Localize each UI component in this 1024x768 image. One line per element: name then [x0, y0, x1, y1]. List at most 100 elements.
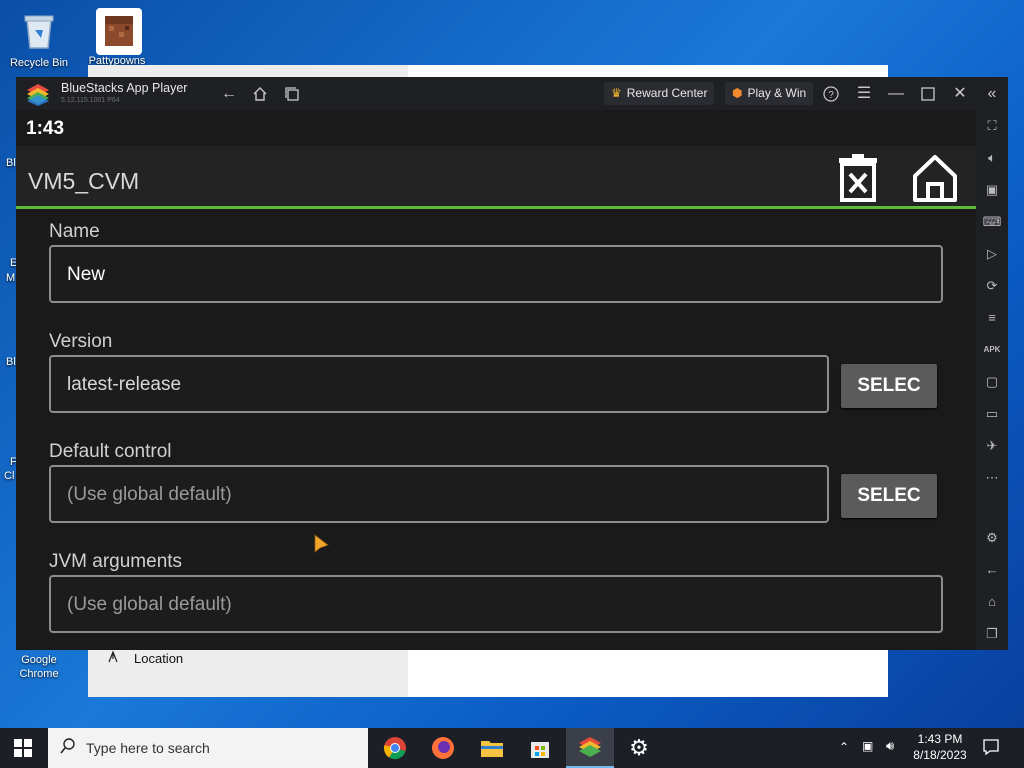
apk-icon[interactable]: APK — [982, 340, 1002, 360]
airplane-icon[interactable]: ✈︎ — [982, 436, 1002, 456]
volume-icon[interactable]: 🔈︎ — [982, 148, 1002, 168]
search-placeholder: Type here to search — [86, 740, 210, 756]
google-chrome-label: Google Chrome — [19, 654, 59, 680]
jvm-arguments-input[interactable]: (Use global default) — [49, 575, 943, 633]
house-icon — [913, 155, 957, 202]
taskbar-file-explorer[interactable] — [468, 728, 516, 768]
delete-icon — [839, 154, 877, 202]
app-header: VM5_CVM — [16, 146, 976, 206]
play-win-button[interactable]: ⬢ Play & Win — [725, 82, 814, 105]
name-label: Name — [49, 221, 100, 242]
reward-center-label: Reward Center — [626, 86, 708, 100]
clock-date: 8/18/2023 — [913, 748, 967, 762]
taskbar-bluestacks[interactable] — [566, 728, 614, 768]
clock-time: 1:43 PM — [917, 732, 963, 746]
screenshot-icon[interactable]: ▢ — [982, 372, 1002, 392]
default-control-input[interactable]: (Use global default) — [49, 465, 829, 523]
play-win-label: Play & Win — [747, 86, 807, 100]
network-icon[interactable]: ▣ — [862, 739, 873, 753]
close-icon[interactable]: ✕ — [949, 83, 971, 105]
location-icon — [106, 650, 120, 667]
collapse-sidebar-icon[interactable]: « — [981, 83, 1003, 105]
folder-icon[interactable]: ▭ — [982, 404, 1002, 424]
jvm-arguments-placeholder: (Use global default) — [67, 594, 232, 615]
default-control-label: Default control — [49, 441, 172, 462]
crown-icon: ♛ — [611, 86, 622, 100]
taskbar-store[interactable] — [516, 728, 564, 768]
version-select-button[interactable]: SELEC — [841, 364, 937, 408]
firefox-icon — [432, 737, 454, 759]
taskbar-clock[interactable]: 1:43 PM 8/18/2023 — [910, 731, 970, 763]
recycle-bin-shortcut[interactable]: Recycle Bin — [4, 8, 74, 70]
settings-nav-location[interactable]: Location — [106, 650, 183, 667]
home-icon[interactable] — [249, 83, 271, 105]
recent-apps-icon[interactable] — [281, 83, 303, 105]
android-recents-icon[interactable]: ❐ — [982, 624, 1002, 644]
reward-center-button[interactable]: ♛ Reward Center — [604, 82, 715, 105]
windows-logo-icon — [14, 739, 32, 757]
desktop-label-fragment: Cl — [4, 470, 15, 482]
minecraft-block-icon — [95, 8, 142, 55]
control-select-button[interactable]: SELEC — [841, 474, 937, 518]
bluestacks-version: 5.12.115.1001 P64 — [61, 97, 120, 104]
mouse-cursor-icon — [314, 534, 330, 561]
settings-gear-icon[interactable]: ⚙︎ — [982, 528, 1002, 548]
action-center-button[interactable] — [982, 738, 1000, 761]
desktop-label-fragment: M — [6, 272, 16, 284]
bluestacks-logo-icon — [25, 82, 51, 111]
more-icon[interactable]: ⋯ — [982, 468, 1002, 488]
default-control-placeholder: (Use global default) — [67, 484, 232, 505]
version-label: Version — [49, 331, 113, 352]
google-chrome-shortcut[interactable]: Google Chrome — [4, 653, 74, 681]
chrome-icon — [383, 737, 406, 760]
location-label: Location — [134, 651, 184, 666]
pattypowns-shortcut[interactable]: Pattypowns — [82, 8, 152, 68]
bluestacks-window: BlueStacks App Player 5.12.115.1001 P64 … — [16, 77, 1008, 650]
recycle-bin-icon — [17, 8, 61, 52]
search-icon — [60, 737, 76, 759]
version-input-value: latest-release — [67, 374, 182, 395]
version-input[interactable]: latest-release — [49, 355, 829, 413]
rotate-icon[interactable]: ⟳ — [982, 276, 1002, 296]
jvm-arguments-label: JVM arguments — [49, 551, 183, 572]
macro-icon[interactable]: ▷ — [982, 244, 1002, 264]
show-hidden-icons-chevron-icon[interactable]: ⌃ — [839, 740, 849, 754]
volume-tray-icon[interactable]: 🔊︎ — [886, 738, 894, 754]
taskbar-firefox[interactable] — [419, 728, 467, 768]
svg-text:?: ? — [828, 90, 834, 101]
bluestacks-title: BlueStacks App Player — [61, 81, 188, 95]
store-icon — [531, 742, 549, 758]
taskbar-chrome[interactable] — [371, 728, 419, 768]
desktop-label-fragment: Bl — [6, 356, 16, 368]
taskbar-settings[interactable]: ⚙︎ — [615, 728, 663, 768]
menu-icon[interactable]: ☰ — [853, 83, 875, 105]
start-button[interactable] — [14, 739, 32, 762]
bluestacks-icon — [579, 737, 601, 757]
pointer-icon[interactable]: ▣ — [982, 180, 1002, 200]
status-bar-time: 1:43 — [26, 118, 65, 139]
header-divider — [16, 206, 976, 209]
name-input[interactable]: New — [49, 245, 943, 303]
bluestacks-sidebar: ⛶ 🔈︎ ▣ ⌨ ▷ ⟳ ≡ APK ▢ ▭ ✈︎ ⋯ ⚙︎ ← ⌂ ❐ — [976, 110, 1008, 650]
home-button[interactable] — [912, 154, 958, 209]
maximize-icon[interactable] — [917, 83, 939, 105]
back-arrow-icon[interactable]: ← — [218, 83, 240, 105]
minimize-icon[interactable]: — — [885, 83, 907, 105]
folder-icon — [481, 741, 503, 757]
fullscreen-icon[interactable]: ⛶ — [982, 116, 1002, 136]
multi-instance-icon[interactable]: ≡ — [982, 308, 1002, 328]
android-screen: 1:43 VM5_CVM Name New Version latest-rel… — [16, 110, 976, 650]
android-back-icon[interactable]: ← — [982, 560, 1002, 580]
delete-button[interactable] — [836, 154, 880, 209]
bluestacks-titlebar: BlueStacks App Player 5.12.115.1001 P64 … — [16, 77, 1008, 110]
name-input-value: New — [67, 264, 106, 285]
notification-icon — [983, 739, 999, 756]
desktop-label-fragment: Bl — [6, 157, 16, 169]
taskbar-search-box[interactable]: Type here to search — [48, 728, 368, 768]
help-icon[interactable]: ? — [820, 83, 842, 105]
android-home-icon[interactable]: ⌂ — [982, 592, 1002, 612]
taskbar: Type here to search ⚙︎ ⌃ ▣ 🔊︎ 1:43 PM 8/… — [0, 728, 1024, 768]
keyboard-icon[interactable]: ⌨ — [982, 212, 1002, 232]
recycle-bin-label: Recycle Bin — [9, 57, 69, 69]
page-title: VM5_CVM — [28, 168, 140, 194]
